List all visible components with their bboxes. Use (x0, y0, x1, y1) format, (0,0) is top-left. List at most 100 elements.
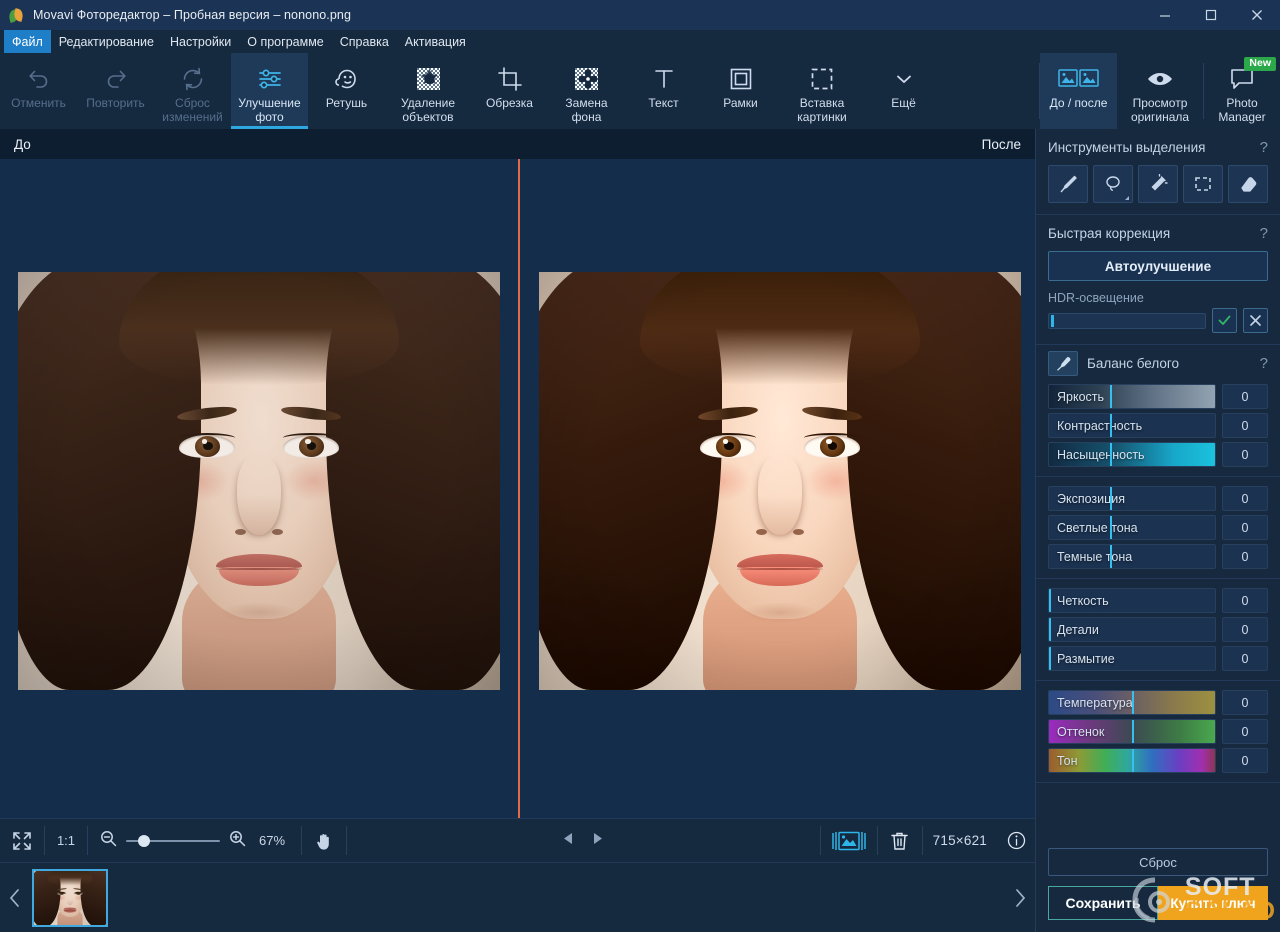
exposure-value[interactable]: 0 (1222, 486, 1268, 511)
buy-key-button[interactable]: Купить ключ (1158, 886, 1268, 920)
toolbar-frames-button[interactable]: Рамки (702, 53, 779, 129)
menu-item-activation[interactable]: Активация (397, 30, 474, 53)
saturation-value[interactable]: 0 (1222, 442, 1268, 467)
save-button[interactable]: Сохранить (1048, 886, 1158, 920)
prev-arrow-icon[interactable] (561, 831, 576, 851)
canvas-bottom-toolbar: 1:1 (0, 818, 1035, 862)
saturation-slider-thumb[interactable] (1110, 443, 1112, 466)
toolbar-reset-changes-button[interactable]: Сбросизменений (154, 53, 231, 129)
zoom-in-icon[interactable] (229, 830, 246, 852)
menu-item-settings[interactable]: Настройки (162, 30, 239, 53)
toolbar-retouch-button[interactable]: Ретушь (308, 53, 385, 129)
filmstrip-thumbnail[interactable] (32, 869, 108, 927)
filmstrip-prev-button[interactable] (0, 863, 30, 932)
menu-item-file[interactable]: Файл (4, 30, 51, 53)
hdr-slider-thumb[interactable] (1051, 315, 1054, 327)
brightness-slider[interactable]: Яркость (1048, 384, 1216, 409)
sharpness-slider-thumb[interactable] (1049, 589, 1051, 612)
toolbar-more-button[interactable]: Ещё (865, 53, 942, 129)
hue-slider-thumb[interactable] (1132, 749, 1134, 772)
blur-slider[interactable]: Размытие (1048, 646, 1216, 671)
rectangle-select-tool-button[interactable] (1183, 165, 1223, 203)
temperature-slider[interactable]: Температура (1048, 690, 1216, 715)
toolbar-object-removal-button[interactable]: Удалениеобъектов (385, 53, 471, 129)
magic-wand-tool-button[interactable] (1138, 165, 1178, 203)
toolbar-text-button[interactable]: Текст (625, 53, 702, 129)
shadows-slider-thumb[interactable] (1110, 545, 1112, 568)
zoom-out-icon[interactable] (100, 830, 117, 852)
selection-tools-help-icon[interactable]: ? (1260, 139, 1268, 156)
temperature-value[interactable]: 0 (1222, 690, 1268, 715)
delete-image-button[interactable] (878, 819, 922, 862)
toolbar-before-after-button[interactable]: До / после (1040, 53, 1117, 129)
white-balance-help-icon[interactable]: ? (1260, 355, 1268, 372)
brightness-value[interactable]: 0 (1222, 384, 1268, 409)
sharpness-slider[interactable]: Четкость (1048, 588, 1216, 613)
toolbar-photo-manager-button[interactable]: New PhotoManager (1204, 53, 1280, 129)
toolbar-background-change-button[interactable]: Заменафона (548, 53, 625, 129)
hdr-lighting-slider[interactable] (1048, 313, 1206, 329)
tint-value[interactable]: 0 (1222, 719, 1268, 744)
hdr-confirm-button[interactable] (1212, 308, 1237, 333)
filmstrip-toggle-button[interactable] (821, 819, 877, 862)
menu-item-help[interactable]: Справка (332, 30, 397, 53)
hdr-cancel-button[interactable] (1243, 308, 1268, 333)
toolbar-photo-enhance-button[interactable]: Улучшениефото (231, 53, 308, 129)
tint-slider[interactable]: Оттенок (1048, 719, 1216, 744)
zoom-slider-thumb[interactable] (138, 835, 150, 847)
eyedropper-icon[interactable] (1048, 351, 1078, 376)
before-after-divider-handle[interactable] (518, 159, 520, 818)
brightness-slider-thumb[interactable] (1110, 385, 1112, 408)
quick-correction-help-icon[interactable]: ? (1260, 225, 1268, 242)
toolbar-undo-button[interactable]: Отменить (0, 53, 77, 129)
image-info-button[interactable] (997, 819, 1035, 862)
close-button[interactable] (1234, 0, 1280, 30)
tint-slider-thumb[interactable] (1132, 720, 1134, 743)
reset-button[interactable]: Сброс (1048, 848, 1268, 876)
contrast-slider-thumb[interactable] (1110, 414, 1112, 437)
hue-value[interactable]: 0 (1222, 748, 1268, 773)
lasso-tool-button[interactable] (1093, 165, 1133, 203)
shadows-slider[interactable]: Темные тона (1048, 544, 1216, 569)
hue-slider[interactable]: Тон (1048, 748, 1216, 773)
shadows-value[interactable]: 0 (1222, 544, 1268, 569)
contrast-slider[interactable]: Контрастность (1048, 413, 1216, 438)
highlights-slider[interactable]: Светлые тона (1048, 515, 1216, 540)
lasso-submenu-indicator[interactable] (1125, 196, 1129, 200)
details-slider-thumb[interactable] (1049, 618, 1051, 641)
exposure-slider[interactable]: Экспозиция (1048, 486, 1216, 511)
toolbar-view-original-button[interactable]: Просмотроригинала (1117, 53, 1203, 129)
fit-to-screen-button[interactable] (0, 819, 44, 862)
auto-enhance-button[interactable]: Автоулучшение (1048, 251, 1268, 281)
zoom-one-to-one-button[interactable]: 1:1 (45, 819, 87, 862)
contrast-value[interactable]: 0 (1222, 413, 1268, 438)
before-image[interactable] (18, 272, 500, 690)
blur-value[interactable]: 0 (1222, 646, 1268, 671)
details-slider[interactable]: Детали (1048, 617, 1216, 642)
highlights-slider-thumb[interactable] (1110, 516, 1112, 539)
menu-item-edit[interactable]: Редактирование (51, 30, 162, 53)
minimize-button[interactable] (1142, 0, 1188, 30)
filmstrip-next-button[interactable] (1005, 863, 1035, 932)
sharpness-value[interactable]: 0 (1222, 588, 1268, 613)
highlights-value[interactable]: 0 (1222, 515, 1268, 540)
saturation-slider[interactable]: Насыщенность (1048, 442, 1216, 467)
retouch-face-icon (333, 62, 361, 96)
details-value[interactable]: 0 (1222, 617, 1268, 642)
next-arrow-icon[interactable] (590, 831, 605, 851)
menu-item-about[interactable]: О программе (239, 30, 331, 53)
image-canvas[interactable] (0, 159, 1035, 818)
exposure-slider-thumb[interactable] (1110, 487, 1112, 510)
toolbar-insert-image-button[interactable]: Вставкакартинки (779, 53, 865, 129)
zoom-slider[interactable] (126, 834, 220, 848)
hand-tool-button[interactable] (302, 819, 346, 862)
toolbar-crop-button[interactable]: Обрезка (471, 53, 548, 129)
after-image[interactable] (539, 272, 1021, 690)
maximize-button[interactable] (1188, 0, 1234, 30)
toolbar-redo-button[interactable]: Повторить (77, 53, 154, 129)
brush-tool-button[interactable] (1048, 165, 1088, 203)
temperature-slider-thumb[interactable] (1132, 691, 1134, 714)
blur-slider-thumb[interactable] (1049, 647, 1051, 670)
toolbar-object-removal-label: Удалениеобъектов (401, 97, 455, 124)
eraser-tool-button[interactable] (1228, 165, 1268, 203)
